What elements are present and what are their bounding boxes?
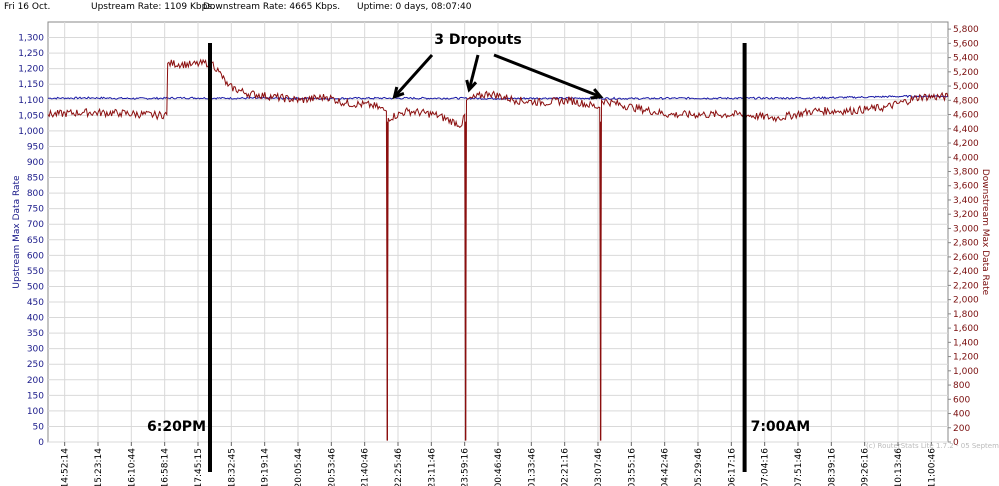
dropouts-annotation-label: 3 Dropouts (434, 32, 521, 48)
x-tick-label: 03:07:46 (594, 448, 604, 486)
y-tick-left: 550 (27, 267, 44, 277)
y-tick-right: 4,800 (953, 96, 979, 106)
y-tick-right: 5,000 (953, 82, 979, 92)
y-tick-left: 150 (27, 391, 44, 401)
y-tick-right: 1,600 (953, 324, 979, 334)
x-tick-label: 19:19:14 (261, 448, 271, 486)
y-tick-right: 2,200 (953, 281, 979, 291)
y-tick-left: 1,300 (18, 34, 44, 44)
y-tick-right: 3,400 (953, 196, 979, 206)
y-tick-left: 950 (27, 142, 44, 152)
y-tick-right: 200 (953, 424, 970, 434)
y-tick-left: 1,050 (18, 111, 44, 121)
y-tick-right: 1,200 (953, 353, 979, 363)
x-tick-label: 00:46:46 (494, 448, 504, 486)
y-tick-left: 250 (27, 360, 44, 370)
x-tick-label: 20:05:44 (294, 448, 304, 486)
x-tick-label: 10:13:46 (894, 448, 904, 486)
y-tick-right: 5,400 (953, 54, 979, 64)
y-tick-right: 3,600 (953, 182, 979, 192)
y-tick-right: 1,000 (953, 367, 979, 377)
x-tick-label: 08:39:16 (827, 448, 837, 486)
y-tick-right: 2,800 (953, 239, 979, 249)
data-rate-chart: 0 50 100 150 200 250 300 350 400 450 500 550 600 650 7… (0, 16, 999, 486)
y-tick-left: 1,150 (18, 80, 44, 90)
y-tick-right: 2,600 (953, 253, 979, 263)
y-tick-left: 1,000 (18, 127, 44, 137)
y-tick-left: 850 (27, 174, 44, 184)
x-tick-label: 15:23:14 (94, 448, 104, 486)
time-marker-label: 7:00AM (751, 419, 811, 435)
y-axis-left-label: Upstream Max Data Rate (12, 175, 22, 289)
x-tick-label: 04:42:46 (661, 448, 671, 486)
x-tick-label: 07:51:46 (794, 448, 804, 486)
x-tick-label: 05:29:46 (694, 448, 704, 486)
y-tick-left: 350 (27, 329, 44, 339)
y-tick-left: 750 (27, 205, 44, 215)
y-tick-right: 5,600 (953, 39, 979, 49)
y-tick-left: 0 (38, 438, 44, 448)
y-tick-right: 4,200 (953, 139, 979, 149)
y-tick-right: 3,800 (953, 167, 979, 177)
x-tick-label: 06:17:16 (727, 448, 737, 486)
y-tick-right: 5,800 (953, 25, 979, 35)
y-tick-right: 3,000 (953, 224, 979, 234)
y-tick-right: 400 (953, 410, 970, 420)
y-tick-left: 800 (27, 189, 44, 199)
x-tick-label: 23:59:16 (461, 448, 471, 486)
x-tick-label: 20:53:46 (327, 448, 337, 486)
y-tick-left: 450 (27, 298, 44, 308)
x-tick-label: 02:21:16 (561, 448, 571, 486)
y-tick-left: 700 (27, 220, 44, 230)
y-tick-right: 4,600 (953, 111, 979, 121)
x-tick-label: 03:55:16 (627, 448, 637, 486)
y-tick-left: 1,200 (18, 65, 44, 75)
x-tick-label: 01:33:46 (527, 448, 537, 486)
y-tick-left: 400 (27, 314, 44, 324)
x-tick-label: 11:00:46 (927, 448, 937, 486)
x-tick-label: 09:26:16 (861, 448, 871, 486)
y-tick-left: 600 (27, 251, 44, 261)
y-tick-right: 5,200 (953, 68, 979, 78)
y-tick-right: 600 (953, 395, 970, 405)
x-tick-label: 23:11:46 (427, 448, 437, 486)
x-tick-label: 22:25:46 (394, 448, 404, 486)
y-axis-right-label: Downstream Max Data Rate (980, 169, 990, 296)
y-tick-left: 900 (27, 158, 44, 168)
y-tick-right: 2,000 (953, 296, 979, 306)
time-marker-label: 6:20PM (147, 419, 206, 435)
y-tick-right: 1,400 (953, 338, 979, 348)
watermark: (c) RouterStats Lite 1.7.2 - 05 Septembe… (866, 442, 999, 450)
y-tick-right: 3,200 (953, 210, 979, 220)
y-tick-left: 1,100 (18, 96, 44, 106)
x-tick-label: 21:40:46 (361, 448, 371, 486)
x-tick-label: 07:04:16 (761, 448, 771, 486)
x-tick-label: 16:58:14 (161, 448, 171, 486)
y-tick-left: 200 (27, 376, 44, 386)
y-tick-right: 800 (953, 381, 970, 391)
chart-window: Fri 16 Oct. Upstream Rate: 1109 Kbps. Do… (0, 0, 999, 486)
x-tick-label: 18:32:45 (227, 448, 237, 486)
y-tick-right: 4,000 (953, 153, 979, 163)
y-tick-left: 100 (27, 407, 44, 417)
y-tick-right: 4,400 (953, 125, 979, 135)
y-tick-left: 300 (27, 345, 44, 355)
y-tick-left: 500 (27, 282, 44, 292)
y-tick-left: 50 (33, 422, 45, 432)
y-tick-right: 1,800 (953, 310, 979, 320)
x-tick-label: 16:10:44 (127, 448, 137, 486)
y-tick-left: 650 (27, 236, 44, 246)
y-tick-left: 1,250 (18, 49, 44, 59)
y-tick-right: 2,400 (953, 267, 979, 277)
x-tick-label: 14:52:14 (61, 448, 71, 486)
x-tick-label: 17:45:15 (194, 448, 204, 486)
